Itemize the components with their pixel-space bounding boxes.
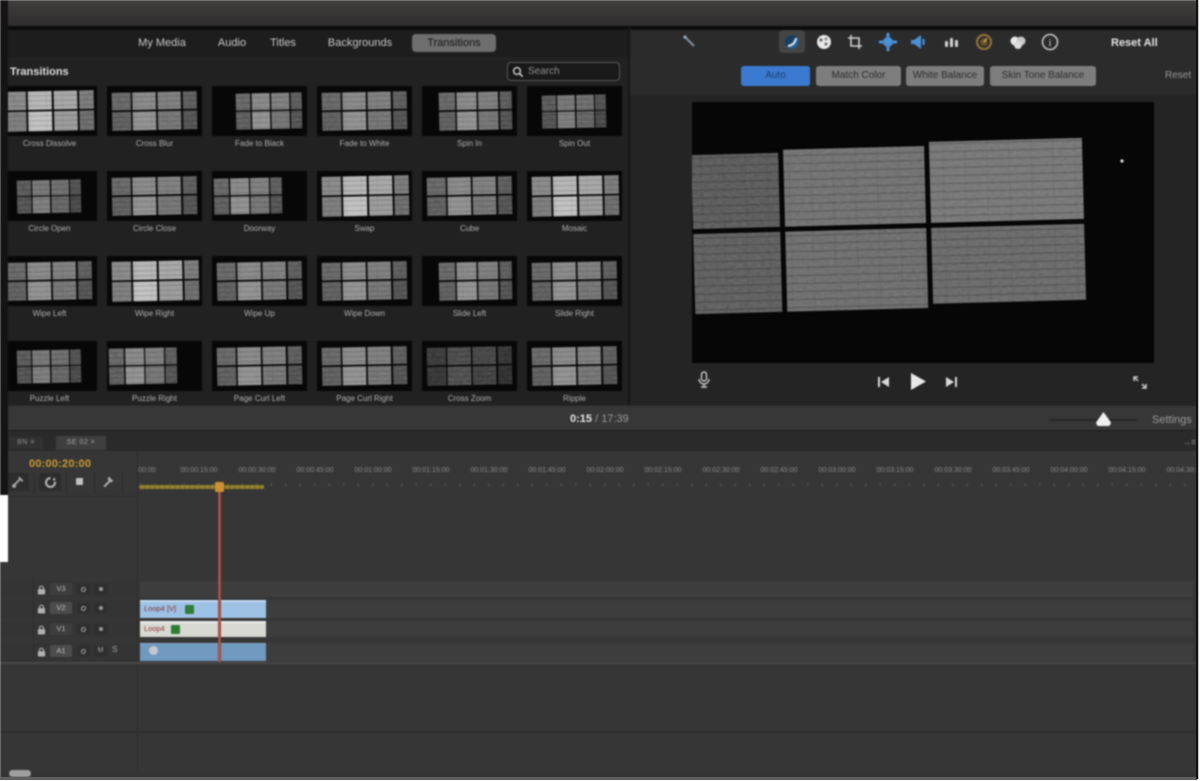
svg-text:i: i xyxy=(1048,37,1051,49)
